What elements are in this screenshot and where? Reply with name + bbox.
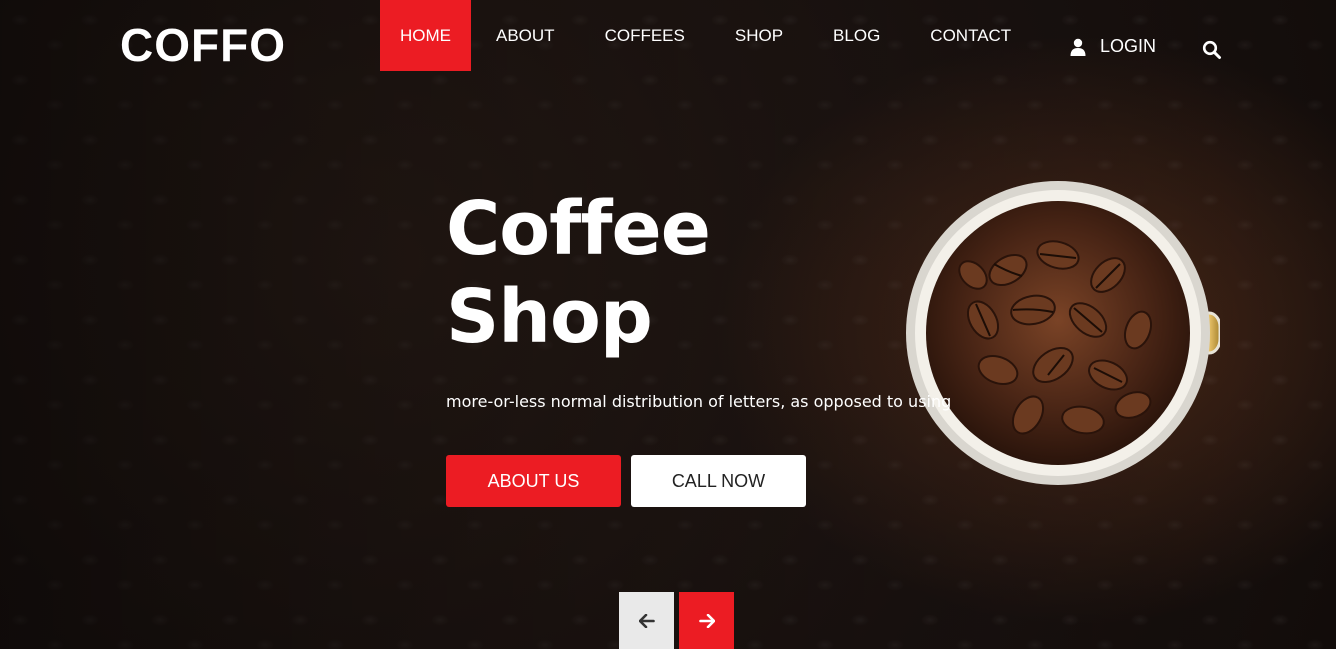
nav-item-blog[interactable]: BLOG xyxy=(808,0,905,71)
user-icon xyxy=(1070,38,1086,56)
site-logo[interactable]: COFFO xyxy=(120,18,286,72)
carousel-prev-button[interactable] xyxy=(619,592,674,649)
hero-title-line-2: Shop xyxy=(446,274,653,360)
arrow-right-icon xyxy=(698,613,715,628)
login-label: LOGIN xyxy=(1100,36,1157,56)
coffee-cup-image xyxy=(906,181,1220,485)
arrow-left-icon xyxy=(638,613,655,628)
login-link[interactable]: LOGIN xyxy=(1070,36,1156,57)
search-icon[interactable] xyxy=(1202,40,1222,60)
hero-title: Coffee Shop xyxy=(446,185,711,361)
nav-item-contact[interactable]: CONTACT xyxy=(905,0,1036,71)
about-us-button[interactable]: ABOUT US xyxy=(446,455,621,507)
hero-subtitle: more-or-less normal distribution of lett… xyxy=(446,392,952,411)
hero-title-line-1: Coffee xyxy=(446,186,711,272)
main-nav: HOME ABOUT COFFEES SHOP BLOG CONTACT xyxy=(380,0,1036,71)
nav-item-shop[interactable]: SHOP xyxy=(710,0,808,71)
nav-item-coffees[interactable]: COFFEES xyxy=(580,0,710,71)
nav-item-about[interactable]: ABOUT xyxy=(471,0,580,71)
carousel-next-button[interactable] xyxy=(679,592,734,649)
call-now-button[interactable]: CALL NOW xyxy=(631,455,806,507)
nav-item-home[interactable]: HOME xyxy=(380,0,471,71)
